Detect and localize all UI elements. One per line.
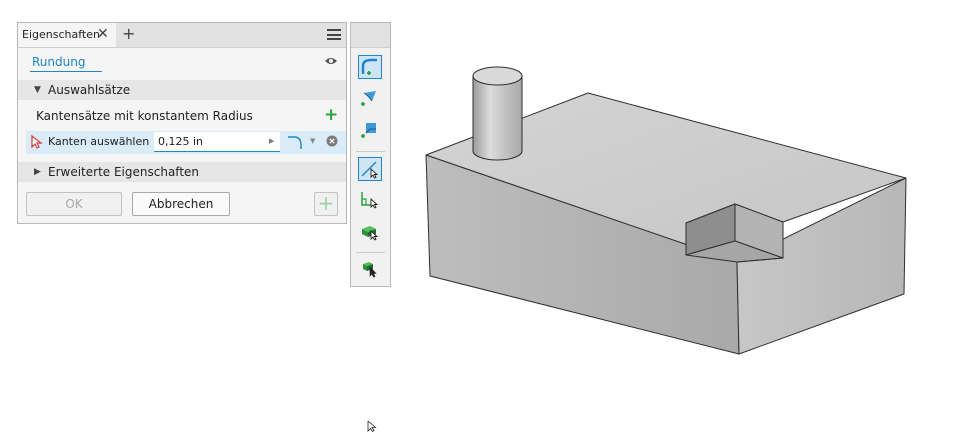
toolbar-separator <box>356 252 385 253</box>
tab-properties[interactable]: Eigenschaften ✕ <box>18 23 116 47</box>
select-edges-label: Kanten auswählen <box>48 135 150 148</box>
select-solid-button[interactable] <box>358 257 382 281</box>
face-fillet-button[interactable] <box>358 87 382 111</box>
collapse-triangle-icon: ▼ <box>34 85 41 95</box>
eye-icon[interactable] <box>324 56 338 66</box>
selection-toolbar <box>350 22 391 287</box>
select-feature-button[interactable] <box>358 221 382 245</box>
toolbar-header <box>351 23 390 48</box>
face-fillet-icon <box>361 91 376 106</box>
constant-radius-label: Kantensätze mit konstantem Radius <box>36 109 253 123</box>
toolbar-separator <box>356 151 385 152</box>
fillet-edge-button[interactable] <box>358 55 382 79</box>
apply-button[interactable]: + <box>314 192 338 216</box>
hamburger-menu-icon[interactable] <box>327 29 341 40</box>
section-advanced-properties-label: Erweiterte Eigenschaften <box>48 165 200 179</box>
ok-button[interactable]: OK <box>26 192 122 216</box>
edge-selection-row[interactable]: Kanten auswählen 0,125 in ▶ ▼ <box>26 131 346 154</box>
select-loop-button[interactable] <box>358 189 382 213</box>
expand-triangle-icon: ▶ <box>34 167 41 177</box>
tab-close-icon[interactable]: ✕ <box>97 26 109 42</box>
cancel-button[interactable]: Abbrechen <box>132 192 230 216</box>
select-loop-icon <box>361 192 379 209</box>
flyout-arrow-icon[interactable]: ▶ <box>269 137 274 145</box>
section-selection-sets-label: Auswahlsätze <box>48 83 131 97</box>
mouse-cursor-icon <box>367 421 377 432</box>
full-round-fillet-button[interactable] <box>358 119 382 143</box>
select-edge-icon <box>361 161 379 179</box>
radius-input[interactable]: 0,125 in ▶ <box>154 132 280 152</box>
add-edge-set-icon[interactable]: + <box>324 105 338 125</box>
select-solid-icon <box>363 262 377 278</box>
select-arrow-icon <box>31 135 43 149</box>
model-viewport[interactable] <box>400 40 920 370</box>
add-tab-icon[interactable]: + <box>122 24 135 43</box>
chevron-down-icon[interactable]: ▼ <box>310 137 315 145</box>
fillet-profile-icon[interactable] <box>286 134 308 150</box>
section-selection-sets[interactable]: ▼ Auswahlsätze <box>18 80 346 100</box>
panel-tabbar: Eigenschaften ✕ + <box>18 23 346 48</box>
radius-value: 0,125 in <box>158 135 204 148</box>
full-round-fillet-icon <box>361 123 376 138</box>
feature-title[interactable]: Rundung <box>32 55 85 69</box>
properties-panel: Eigenschaften ✕ + Rundung ▼ Auswahlsätze… <box>17 22 347 224</box>
title-underline <box>30 71 102 72</box>
clear-circle-icon[interactable] <box>326 135 338 147</box>
part-body[interactable] <box>425 66 907 355</box>
select-feature-icon <box>362 226 379 241</box>
tab-properties-label: Eigenschaften <box>22 28 100 41</box>
section-advanced-properties[interactable]: ▶ Erweiterte Eigenschaften <box>18 162 346 182</box>
fillet-edge-icon <box>361 58 377 75</box>
select-edge-button[interactable] <box>358 157 382 181</box>
